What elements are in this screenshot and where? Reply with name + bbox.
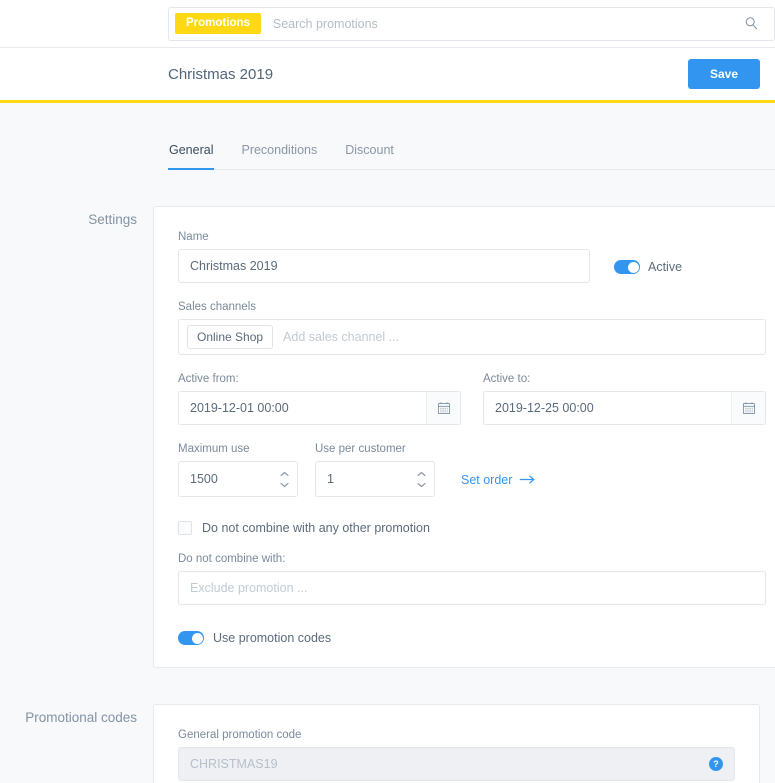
maximum-use-value: 1500: [190, 472, 218, 486]
set-order-label: Set order: [461, 473, 513, 487]
sales-channels-label: Sales channels: [178, 301, 256, 313]
do-not-combine-with-group: Do not combine with: Exclude promotion .…: [178, 553, 766, 605]
use-per-customer-stepper[interactable]: 1: [315, 461, 435, 497]
active-from-group: Active from: 2019-12-01 00:00: [178, 373, 461, 425]
tab-general[interactable]: General: [168, 135, 215, 170]
settings-section-label: Settings: [88, 212, 137, 227]
active-to-label: Active to:: [483, 373, 531, 385]
general-promotion-code-label: General promotion code: [178, 729, 302, 741]
help-icon[interactable]: ?: [709, 757, 723, 771]
general-promotion-code-value: CHRISTMAS19: [190, 757, 278, 771]
do-not-combine-checkbox-label: Do not combine with any other promotion: [202, 521, 430, 535]
active-toggle-label: Active: [648, 260, 683, 274]
arrow-right-icon: [519, 473, 536, 487]
active-from-value: 2019-12-01 00:00: [190, 401, 289, 415]
maximum-use-label: Maximum use: [178, 443, 250, 455]
tab-list: General Preconditions Discount: [168, 135, 775, 170]
save-button[interactable]: Save: [687, 59, 760, 89]
active-toggle-group: Active: [614, 260, 682, 283]
promotional-codes-section-label: Promotional codes: [25, 710, 137, 725]
active-from-input[interactable]: 2019-12-01 00:00: [178, 391, 461, 425]
set-order-link[interactable]: Set order: [461, 473, 536, 497]
settings-section: Settings Name Christmas 2019 Active Sale…: [0, 206, 775, 668]
name-row: Name Christmas 2019 Active: [178, 231, 766, 283]
search-placeholder-text: Search promotions: [272, 16, 378, 31]
use-promotion-codes-toggle[interactable]: [178, 631, 204, 645]
calendar-icon[interactable]: [731, 392, 765, 424]
page-header: Christmas 2019 Save: [0, 48, 775, 103]
chevron-down-icon[interactable]: [280, 482, 289, 488]
maximum-use-arrows: [280, 471, 289, 488]
active-to-value: 2019-12-25 00:00: [495, 401, 594, 415]
tab-discount[interactable]: Discount: [344, 135, 395, 170]
use-promotion-codes-toggle-knob: [191, 632, 203, 644]
sales-channel-chip-online-shop[interactable]: Online Shop: [187, 325, 274, 349]
sales-channels-group: Sales channels Online Shop Add sales cha…: [178, 301, 766, 355]
use-promotion-codes-label: Use promotion codes: [213, 631, 332, 645]
active-toggle[interactable]: [614, 260, 640, 274]
sales-channels-input[interactable]: Online Shop Add sales channel ...: [178, 319, 766, 355]
promotional-codes-card: General promotion code CHRISTMAS19 ?: [153, 704, 760, 783]
do-not-combine-checkbox-row[interactable]: Do not combine with any other promotion: [178, 521, 766, 535]
general-promotion-code-input: CHRISTMAS19 ?: [178, 747, 735, 781]
active-to-input[interactable]: 2019-12-25 00:00: [483, 391, 766, 425]
chevron-up-icon[interactable]: [280, 471, 289, 477]
exclude-promotion-input[interactable]: Exclude promotion ...: [178, 571, 766, 605]
do-not-combine-checkbox[interactable]: [178, 521, 192, 535]
search-scope-chip[interactable]: Promotions: [175, 12, 261, 35]
use-per-customer-label: Use per customer: [315, 443, 406, 455]
active-toggle-knob: [627, 261, 639, 273]
maximum-use-stepper[interactable]: 1500: [178, 461, 298, 497]
use-per-customer-value: 1: [327, 472, 334, 486]
global-search-bar: Promotions Search promotions: [0, 0, 775, 48]
calendar-icon[interactable]: [426, 392, 460, 424]
usage-limits-row: Maximum use 1500 Use per customer 1 Set …: [178, 443, 766, 497]
tabs-container: General Preconditions Discount: [0, 103, 775, 170]
name-label: Name: [178, 231, 209, 243]
sales-channels-placeholder: Add sales channel ...: [283, 330, 400, 344]
maximum-use-group: Maximum use 1500: [178, 443, 298, 497]
chevron-up-icon[interactable]: [417, 471, 426, 477]
search-input[interactable]: Promotions Search promotions: [168, 6, 775, 41]
use-per-customer-group: Use per customer 1: [315, 443, 435, 497]
promotional-codes-section: Promotional codes General promotion code…: [0, 704, 775, 783]
do-not-combine-with-label: Do not combine with:: [178, 553, 286, 565]
tab-preconditions[interactable]: Preconditions: [240, 135, 318, 170]
chevron-down-icon[interactable]: [417, 482, 426, 488]
active-date-row: Active from: 2019-12-01 00:00 Active to:…: [178, 373, 766, 425]
general-promotion-code-group: General promotion code CHRISTMAS19 ?: [178, 729, 735, 781]
name-field-group: Name Christmas 2019: [178, 231, 590, 283]
name-input[interactable]: Christmas 2019: [178, 249, 590, 283]
use-per-customer-arrows: [417, 471, 426, 488]
active-to-group: Active to: 2019-12-25 00:00: [483, 373, 766, 425]
search-icon[interactable]: [742, 15, 760, 33]
settings-card: Name Christmas 2019 Active Sales channel…: [153, 206, 775, 668]
page-title: Christmas 2019: [168, 65, 274, 83]
active-from-label: Active from:: [178, 373, 239, 385]
use-promotion-codes-row: Use promotion codes: [178, 631, 766, 645]
